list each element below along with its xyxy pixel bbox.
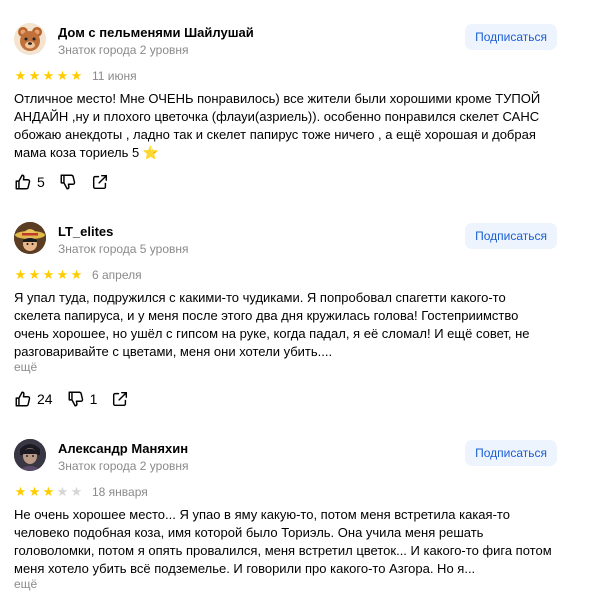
- rating-stars: ★ ★ ★ ★ ★: [14, 485, 83, 498]
- star-icon: ★: [14, 484, 27, 499]
- review-card: Александр Маняхин Знаток города 2 уровня…: [0, 439, 601, 599]
- author-name[interactable]: Дом с пельменями Шайлушай: [58, 25, 254, 40]
- author-name[interactable]: Александр Маняхин: [58, 441, 188, 456]
- subscribe-button[interactable]: Подписаться: [465, 440, 557, 466]
- share-icon: [92, 174, 107, 190]
- portrait-avatar-icon[interactable]: [14, 439, 46, 471]
- author-level: Знаток города 5 уровня: [58, 242, 189, 256]
- rating-stars: ★ ★ ★ ★ ★: [14, 69, 83, 82]
- thumbs-down-icon: [68, 391, 83, 407]
- review-actions: 5: [14, 173, 123, 191]
- like-count: 5: [37, 174, 45, 190]
- share-icon: [113, 391, 128, 407]
- star-empty-icon: ★: [70, 484, 83, 499]
- dislike-button[interactable]: 1: [67, 390, 98, 408]
- thumbs-up-icon: [15, 174, 31, 190]
- star-icon: ★: [14, 267, 27, 282]
- star-icon: ★: [56, 267, 69, 282]
- dislike-count: 1: [89, 391, 98, 407]
- show-more-link[interactable]: ещё: [14, 577, 37, 591]
- subscribe-button[interactable]: Подписаться: [465, 223, 557, 249]
- like-button[interactable]: 24: [14, 390, 53, 408]
- show-more-link[interactable]: ещё: [14, 360, 37, 374]
- author-name[interactable]: LT_elites: [58, 224, 113, 239]
- dislike-button[interactable]: [59, 173, 77, 191]
- star-icon: ★: [70, 267, 83, 282]
- star-icon: ★: [56, 68, 69, 83]
- subscribe-button[interactable]: Подписаться: [465, 24, 557, 50]
- star-icon: ★: [42, 267, 55, 282]
- review-card: Дом с пельменями Шайлушай Знаток города …: [0, 23, 601, 193]
- review-actions: 24 1: [14, 390, 143, 408]
- like-button[interactable]: 5: [14, 173, 45, 191]
- star-empty-icon: ★: [56, 484, 69, 499]
- bear-face-icon[interactable]: [14, 23, 46, 55]
- star-icon: ★: [28, 484, 41, 499]
- review-card: LT_elites Знаток города 5 уровня Подписа…: [0, 222, 601, 412]
- star-icon: ★: [42, 484, 55, 499]
- share-button[interactable]: [91, 173, 109, 191]
- review-date: 11 июня: [92, 69, 137, 83]
- star-icon: ★: [28, 68, 41, 83]
- rating-stars: ★ ★ ★ ★ ★: [14, 268, 83, 281]
- star-emoji-icon: ⭐: [142, 145, 160, 160]
- author-level: Знаток города 2 уровня: [58, 459, 189, 473]
- star-icon: ★: [70, 68, 83, 83]
- straw-hat-avatar-icon[interactable]: [14, 222, 46, 254]
- star-icon: ★: [42, 68, 55, 83]
- review-text: Я упал туда, подружился с какими-то чуди…: [14, 290, 530, 359]
- thumbs-up-icon: [15, 391, 31, 407]
- review-date: 18 января: [92, 485, 148, 499]
- like-count: 24: [37, 391, 53, 407]
- review-text: Не очень хорошее место... Я упао в яму к…: [14, 507, 552, 576]
- star-icon: ★: [28, 267, 41, 282]
- thumbs-down-icon: [60, 174, 76, 190]
- review-text: Отличное место! Мне ОЧЕНЬ понравилось) в…: [14, 90, 554, 162]
- share-button[interactable]: [111, 390, 129, 408]
- review-text-body: Отличное место! Мне ОЧЕНЬ понравилось) в…: [14, 91, 541, 160]
- author-level: Знаток города 2 уровня: [58, 43, 189, 57]
- review-date: 6 апреля: [92, 268, 142, 282]
- star-icon: ★: [14, 68, 27, 83]
